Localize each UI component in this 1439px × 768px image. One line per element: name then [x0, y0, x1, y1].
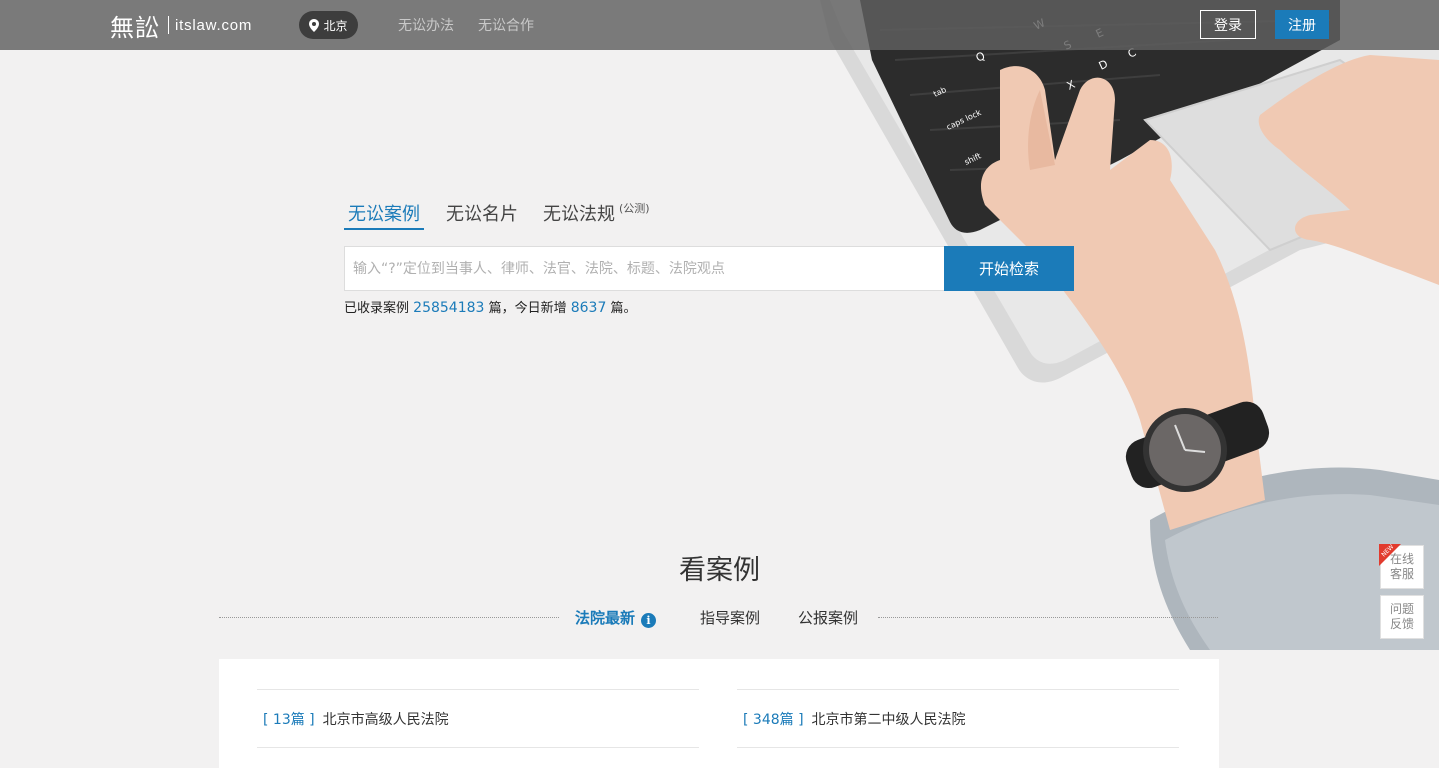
court-list-panel: [ 13篇 ] 北京市高级人民法院 [ 348篇 ] 北京市第二中级人民法院 — [219, 659, 1219, 768]
divider-right — [878, 617, 1218, 618]
feedback-button[interactable]: 问题 反馈 — [1380, 595, 1424, 639]
tab-guiding-cases[interactable]: 指导案例 — [700, 607, 760, 628]
city-label: 北京 — [323, 18, 348, 33]
stats-mid: 篇，今日新增 — [488, 301, 567, 316]
beta-badge: (公测) — [619, 202, 650, 215]
register-button[interactable]: 注册 — [1275, 10, 1329, 39]
tab-court-latest-label: 法院最新 — [575, 609, 636, 627]
tab-regulations-label: 无讼法规 — [543, 204, 615, 225]
tab-cards-label: 无讼名片 — [446, 204, 518, 225]
nav-link-cooperation[interactable]: 无讼合作 — [478, 15, 534, 35]
list-item[interactable]: [ 348篇 ] 北京市第二中级人民法院 — [737, 689, 1179, 748]
tab-gazette-cases[interactable]: 公报案例 — [798, 607, 858, 628]
top-navigation-bar: 無訟 itslaw.com 北京 无讼办法 无讼合作 登录 注册 — [0, 0, 1439, 50]
court-name[interactable]: 北京市第二中级人民法院 — [812, 709, 966, 729]
new-badge-icon: NEW — [1379, 544, 1401, 566]
online-service-line2: 客服 — [1389, 567, 1414, 581]
info-circle-icon[interactable]: i — [641, 613, 657, 628]
list-item[interactable]: [ 13篇 ] 北京市高级人民法院 — [257, 689, 699, 748]
case-stats: 已收录案例 25854183 篇，今日新增 8637 篇。 — [344, 297, 637, 316]
search-input[interactable] — [344, 246, 944, 291]
tab-cases-label: 无讼案例 — [348, 204, 420, 225]
court-count[interactable]: [ 13篇 ] — [263, 709, 315, 729]
tab-court-latest[interactable]: 法院最新 i — [575, 607, 657, 628]
tab-cases[interactable]: 无讼案例 — [344, 200, 424, 230]
stats-prefix: 已收录案例 — [344, 301, 410, 316]
court-name[interactable]: 北京市高级人民法院 — [323, 709, 449, 729]
stats-suffix: 篇。 — [610, 301, 637, 316]
section-title: 看案例 — [679, 555, 760, 586]
login-button[interactable]: 登录 — [1200, 10, 1256, 39]
court-count[interactable]: [ 348篇 ] — [743, 709, 804, 729]
online-service-button[interactable]: NEW 在线 客服 — [1379, 544, 1424, 589]
site-logo[interactable]: 無訟 itslaw.com — [110, 10, 253, 42]
logo-divider — [168, 16, 169, 34]
divider-left — [219, 617, 559, 618]
search-button[interactable]: 开始检索 — [944, 246, 1074, 291]
tab-cards[interactable]: 无讼名片 — [446, 200, 518, 230]
nav-link-method[interactable]: 无讼办法 — [398, 15, 454, 35]
tab-regulations[interactable]: 无讼法规 (公测) — [543, 200, 650, 230]
feedback-line2: 反馈 — [1389, 617, 1414, 631]
location-pin-icon — [309, 18, 320, 32]
feedback-line1: 问题 — [1389, 602, 1414, 616]
stats-today: 8637 — [570, 300, 607, 316]
logo-domain: itslaw.com — [175, 16, 253, 34]
logo-chinese: 無訟 — [110, 13, 160, 42]
city-selector[interactable]: 北京 — [299, 11, 358, 39]
stats-total: 25854183 — [413, 300, 485, 316]
